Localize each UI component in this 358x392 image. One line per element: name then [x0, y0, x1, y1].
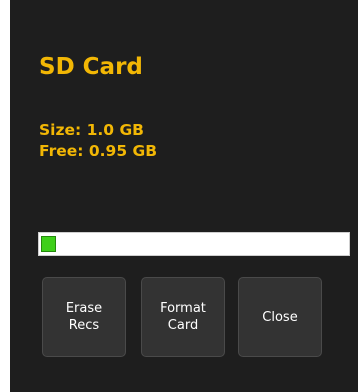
card-free-text: Free: 0.95 GB [39, 142, 158, 160]
storage-usage-bar [38, 232, 350, 256]
storage-usage-fill [41, 236, 56, 252]
sd-card-panel: SD Card Size: 1.0 GB Free: 0.95 GB Erase… [10, 0, 358, 392]
erase-recordings-button[interactable]: Erase Recs [42, 277, 126, 357]
format-card-button[interactable]: Format Card [141, 277, 225, 357]
panel-title: SD Card [39, 54, 143, 80]
card-size-text: Size: 1.0 GB [39, 121, 144, 139]
close-button[interactable]: Close [238, 277, 322, 357]
